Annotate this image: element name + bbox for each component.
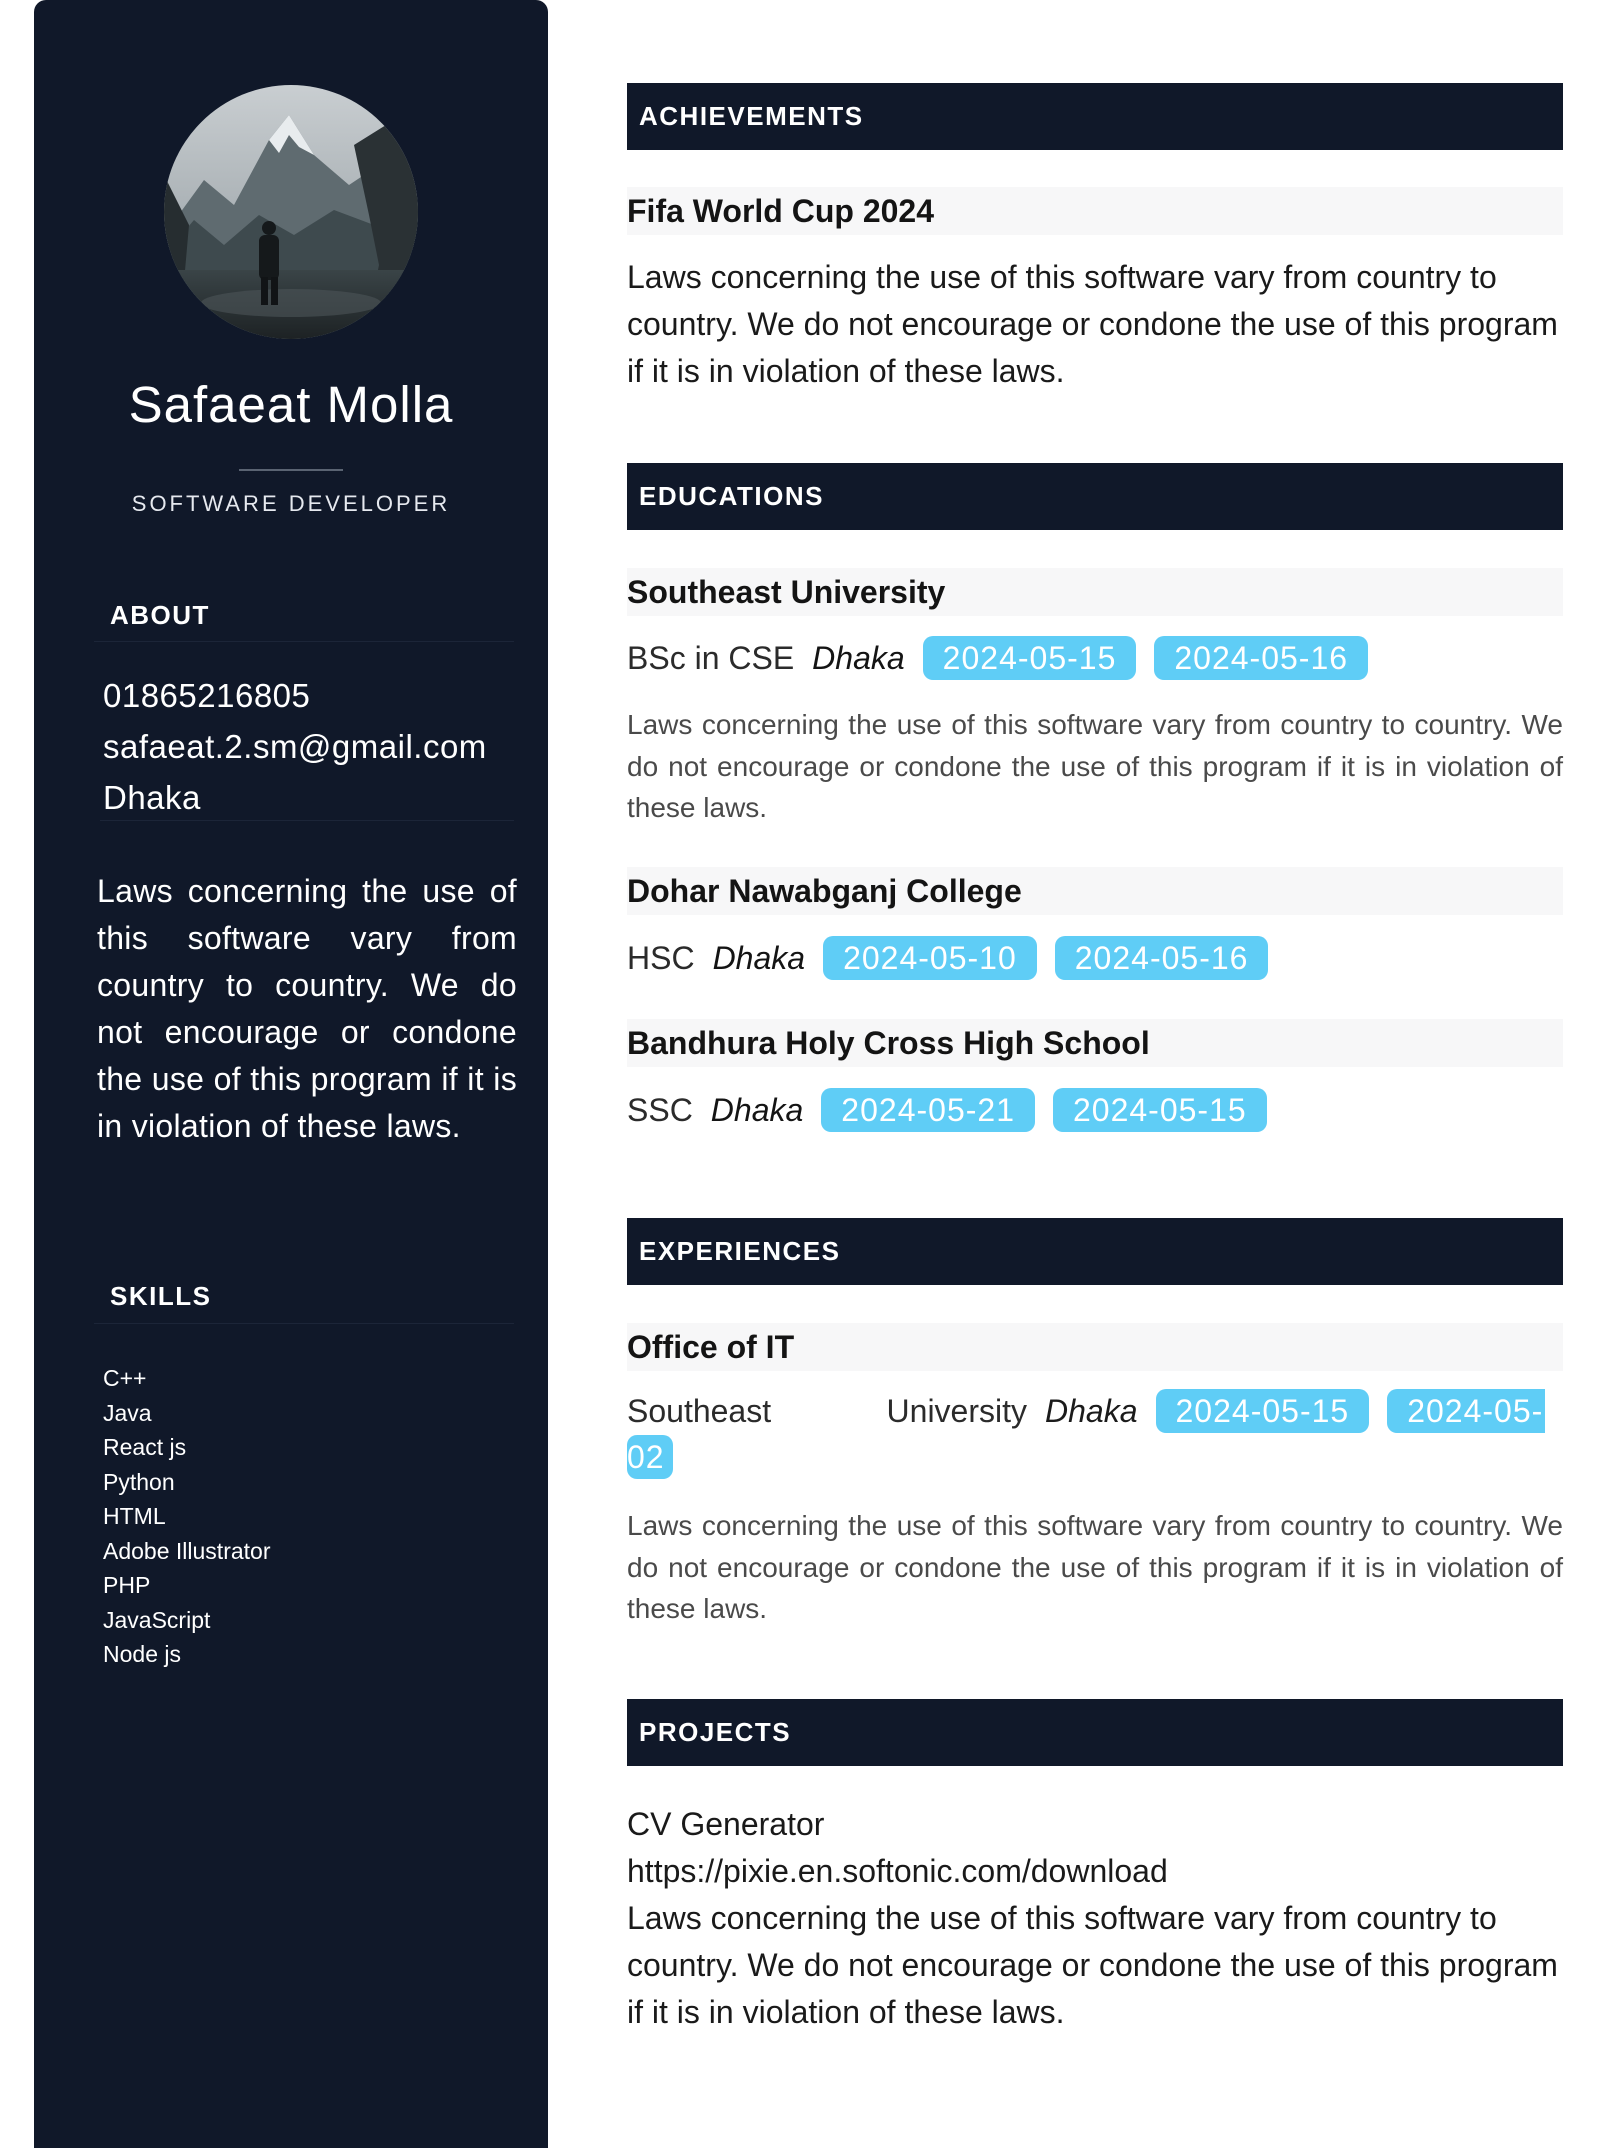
end-date-badge: 02	[627, 1435, 673, 1479]
experience-text: Laws concerning the use of this software…	[627, 1510, 1563, 1624]
education-meta: HSC Dhaka 2024-05-10 2024-05-16	[627, 936, 1563, 980]
experience-location: Dhaka	[1045, 1393, 1138, 1429]
end-date-badge: 2024-05-16	[1054, 936, 1269, 980]
education-degree: SSC	[627, 1092, 693, 1128]
education-degree: BSc in CSE	[627, 640, 795, 676]
education-institution: Dohar Nawabganj College	[627, 867, 1563, 915]
end-date-badge: 2024-05-15	[1052, 1088, 1267, 1132]
experiences-heading: EXPERIENCES	[627, 1218, 1563, 1285]
profile-name: Safaeat Molla	[128, 376, 454, 433]
education-location: Dhaka	[812, 640, 905, 676]
list-item: Python	[103, 1468, 175, 1495]
experience-organization: Southeast University	[627, 1393, 1027, 1429]
education-meta: SSC Dhaka 2024-05-21 2024-05-15	[627, 1088, 1563, 1132]
list-item: JavaScript	[103, 1606, 211, 1633]
skills-list: C++ Java React js Python HTML Adobe Illu…	[103, 1361, 270, 1672]
experience-meta: Southeast University Dhaka 2024-05-15 2024-…	[627, 1388, 1563, 1492]
experience-role: Office of IT	[627, 1323, 1563, 1371]
end-date-badge: 2024-05-16	[1154, 636, 1369, 680]
education-location: Dhaka	[710, 1092, 804, 1128]
contact-location: Dhaka	[103, 779, 201, 816]
education-meta: BSc in CSE Dhaka 2024-05-15 2024-05-16	[627, 636, 1563, 680]
list-item: Node js	[103, 1641, 181, 1667]
about-heading: ABOUT	[110, 600, 210, 630]
about-text: Laws concerning the use of this software…	[97, 873, 517, 1144]
mountain-photo	[164, 85, 418, 339]
start-date-badge: 2024-05-21	[821, 1088, 1035, 1132]
avatar	[164, 85, 418, 339]
phone-number: 01865216805	[103, 677, 311, 714]
list-item: Java	[103, 1399, 152, 1426]
projects-heading: PROJECTS	[627, 1699, 1563, 1766]
start-date-badge: 2024-05-15	[1155, 1389, 1370, 1433]
project-block: CV Generator https://pixie.en.softonic.c…	[627, 1801, 1563, 2036]
skills-heading: SKILLS	[110, 1281, 212, 1311]
start-date-badge: 2024-05-10	[823, 936, 1037, 980]
education-text: Laws concerning the use of this software…	[627, 709, 1563, 823]
education-institution: Bandhura Holy Cross High School	[627, 1019, 1563, 1067]
contact-info: 01865216805 safaeat.2.sm@gmail.com Dhaka	[103, 670, 487, 823]
list-item: Adobe Illustrator	[103, 1537, 271, 1564]
education-degree: HSC	[627, 940, 695, 976]
about-divider	[94, 641, 514, 642]
achievement-title: Fifa World Cup 2024	[627, 187, 1563, 235]
name-divider	[239, 469, 343, 471]
education-institution: Southeast University	[627, 568, 1563, 616]
profile-title: SOFTWARE DEVELOPER	[131, 491, 451, 516]
list-item: React js	[103, 1434, 187, 1460]
contact-divider	[100, 820, 514, 821]
end-date-badge-part: 2024-05-	[1387, 1389, 1546, 1433]
project-name: CV Generator	[627, 1806, 825, 1842]
sidebar: Safaeat Molla SOFTWARE DEVELOPER ABOUT 0…	[34, 0, 548, 2148]
project-text: Laws concerning the use of this software…	[627, 1900, 1558, 2030]
start-date-badge: 2024-05-15	[922, 636, 1137, 680]
education-location: Dhaka	[712, 940, 806, 976]
email-address: safaeat.2.sm@gmail.com	[103, 728, 487, 765]
achievement-text: Laws concerning the use of this software…	[627, 259, 1558, 389]
list-item: PHP	[103, 1572, 151, 1598]
list-item: HTML	[103, 1503, 166, 1529]
list-item: C++	[103, 1365, 147, 1391]
project-link[interactable]: https://pixie.en.softonic.com/download	[627, 1848, 1563, 1895]
skills-divider	[94, 1323, 514, 1324]
educations-heading: EDUCATIONS	[627, 463, 1563, 530]
achievements-heading: ACHIEVEMENTS	[627, 83, 1563, 150]
